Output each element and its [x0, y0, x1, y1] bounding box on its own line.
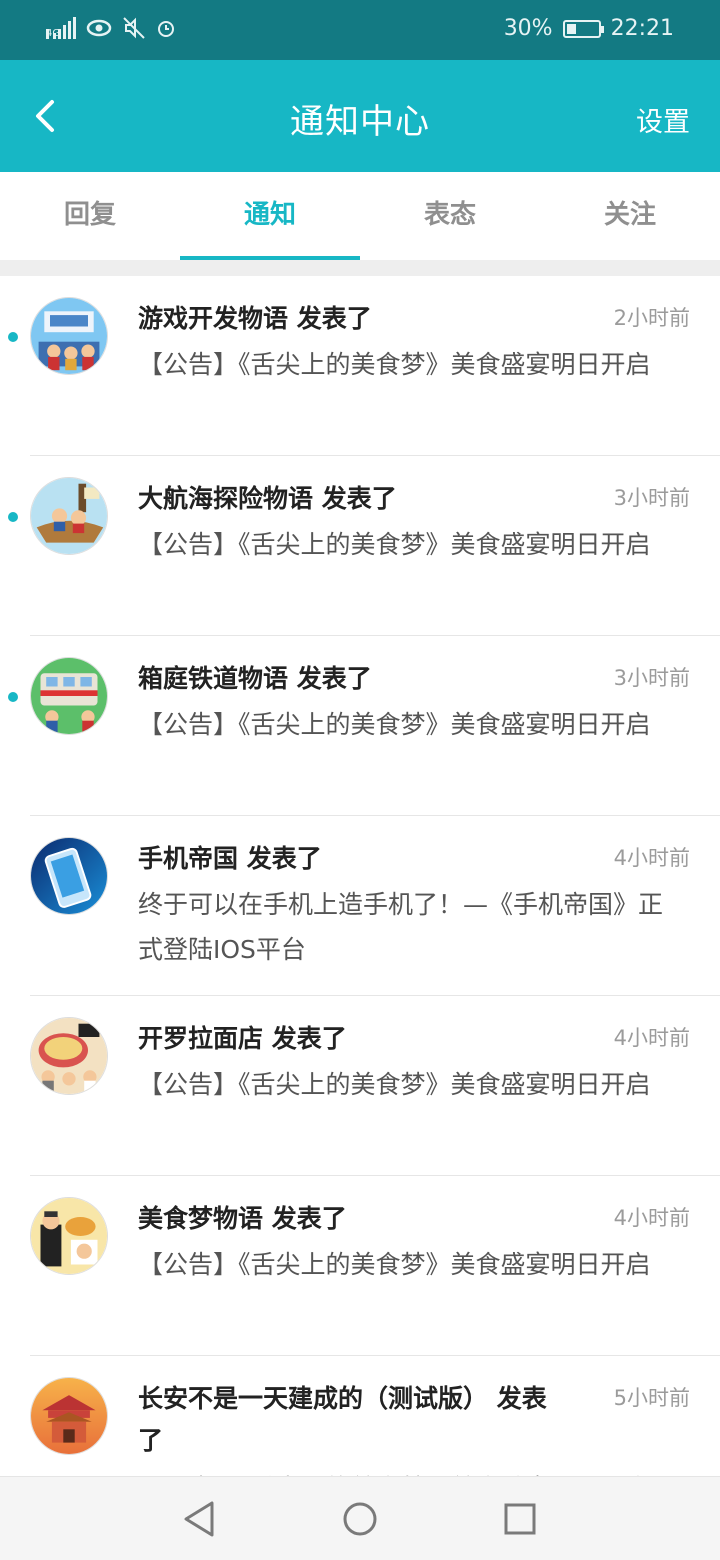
battery-level — [566, 23, 576, 34]
item-title: 箱庭铁道物语 发表了 — [138, 664, 372, 693]
status-icons-left: 4G — [46, 16, 176, 40]
page-title: 通知中心 — [290, 102, 430, 142]
status-bar: 4G 30% 22:21 — [0, 0, 720, 60]
item-title: 大航海探险物语 发表了 — [138, 484, 397, 513]
item-body: 【公告】《舌尖上的美食梦》美食盛宴明日开启 — [138, 530, 651, 559]
avatar[interactable] — [30, 477, 108, 555]
item-time: 5小时前 — [613, 1386, 690, 1410]
list-item[interactable]: 手机帝国 发表了 4小时前 终于可以在手机上造手机了！—《手机帝国》正式登陆IO… — [30, 816, 720, 996]
list-item[interactable]: 大航海探险物语 发表了 3小时前 【公告】《舌尖上的美食梦》美食盛宴明日开启 — [8, 456, 720, 636]
item-title: 开罗拉面店 发表了 — [138, 1024, 347, 1053]
settings-button[interactable]: 设置 — [636, 100, 690, 139]
avatar[interactable] — [30, 657, 108, 735]
avatar[interactable] — [30, 1377, 108, 1455]
tab-bar: 回复 通知 表态 关注 — [0, 172, 720, 260]
item-time: 4小时前 — [613, 1026, 690, 1050]
tab-reactions[interactable]: 表态 — [360, 172, 540, 260]
item-body: 【公告】《舌尖上的美食梦》美食盛宴明日开启 — [138, 1250, 651, 1279]
section-divider — [0, 260, 720, 276]
alarm-icon — [158, 21, 174, 37]
tab-replies[interactable]: 回复 — [0, 172, 180, 260]
tab-notifications[interactable]: 通知 — [180, 172, 360, 260]
item-title: 长安不是一天建成的（测试版） 发表了 — [138, 1384, 547, 1455]
item-time: 4小时前 — [613, 1206, 690, 1230]
item-time: 2小时前 — [613, 306, 690, 330]
notification-list: 游戏开发物语 发表了 2小时前 【公告】《舌尖上的美食梦》美食盛宴明日开启 大航… — [0, 276, 720, 1476]
unread-dot — [8, 692, 18, 702]
item-body: 终于可以在手机上造手机了！—《手机帝国》正式登陆IOS平台 — [138, 890, 664, 964]
back-triangle-icon[interactable] — [178, 1497, 222, 1541]
avatar[interactable] — [30, 297, 108, 375]
item-body: 【公告】《舌尖上的美食梦》美食盛宴明日开启 — [138, 350, 651, 379]
recents-square-icon[interactable] — [498, 1497, 542, 1541]
list-item[interactable]: 游戏开发物语 发表了 2小时前 【公告】《舌尖上的美食梦》美食盛宴明日开启 — [8, 276, 720, 456]
clock: 22:21 — [610, 16, 674, 41]
avatar[interactable] — [30, 1197, 108, 1275]
battery-icon — [562, 19, 604, 38]
avatar[interactable] — [30, 837, 108, 915]
list-item[interactable]: 开罗拉面店 发表了 4小时前 【公告】《舌尖上的美食梦》美食盛宴明日开启 — [30, 996, 720, 1176]
list-item[interactable]: 美食梦物语 发表了 4小时前 【公告】《舌尖上的美食梦》美食盛宴明日开启 — [30, 1176, 720, 1356]
signal-icon: 4G — [46, 17, 76, 39]
network-type: 4G — [46, 29, 60, 39]
list-item[interactable]: 长安不是一天建成的（测试版） 发表了 5小时前 【公告】《舌尖上的美食梦》美食盛… — [30, 1356, 720, 1476]
tab-follows[interactable]: 关注 — [540, 172, 720, 260]
item-title: 手机帝国 发表了 — [138, 844, 322, 873]
item-body: 【公告】《舌尖上的美食梦》美食盛宴明日开启 — [138, 1466, 678, 1476]
item-body: 【公告】《舌尖上的美食梦》美食盛宴明日开启 — [138, 710, 651, 739]
system-nav-bar — [0, 1476, 720, 1560]
mute-icon — [123, 17, 145, 39]
avatar[interactable] — [30, 1017, 108, 1095]
item-time: 3小时前 — [613, 666, 690, 690]
app-header: 通知中心 设置 — [0, 60, 720, 172]
item-time: 3小时前 — [613, 486, 690, 510]
item-time: 4小时前 — [613, 846, 690, 870]
unread-dot — [8, 512, 18, 522]
eye-icon — [86, 19, 112, 37]
item-body: 【公告】《舌尖上的美食梦》美食盛宴明日开启 — [138, 1070, 651, 1099]
battery-percent: 30% — [503, 16, 553, 41]
item-title: 游戏开发物语 发表了 — [138, 304, 372, 333]
status-icons-right: 30% 22:21 — [504, 16, 674, 41]
list-item[interactable]: 箱庭铁道物语 发表了 3小时前 【公告】《舌尖上的美食梦》美食盛宴明日开启 — [8, 636, 720, 816]
unread-dot — [8, 332, 18, 342]
home-circle-icon[interactable] — [338, 1497, 382, 1541]
item-title: 美食梦物语 发表了 — [138, 1204, 347, 1233]
